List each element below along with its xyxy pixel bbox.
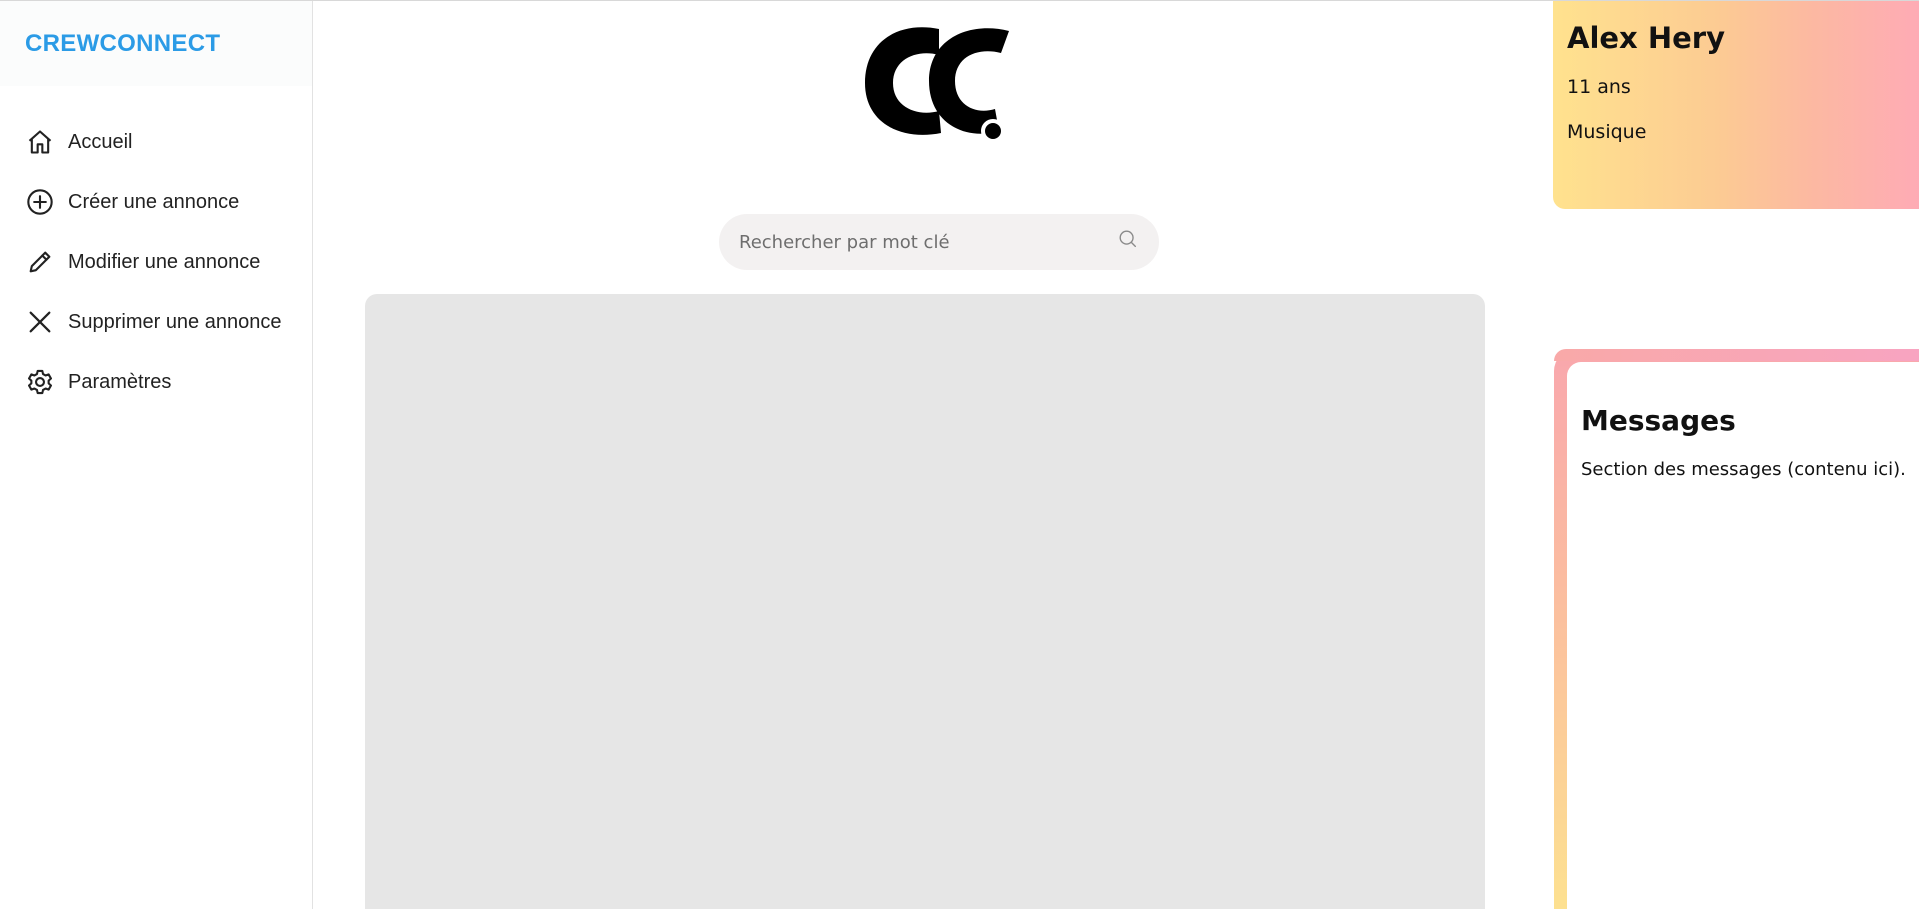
search-icon[interactable] <box>1117 228 1139 250</box>
sidebar-item-label: Paramètres <box>68 370 172 393</box>
sidebar-item-label: Modifier une annonce <box>68 250 261 273</box>
profile-name: Alex Hery <box>1567 21 1725 55</box>
gear-icon <box>26 368 54 396</box>
home-icon <box>26 128 54 156</box>
messages-description: Section des messages (contenu ici). <box>1581 459 1906 480</box>
sidebar-item-modifier-annonce[interactable]: Modifier une annonce <box>0 232 312 292</box>
cc-logo <box>859 23 1015 143</box>
sidebar-item-accueil[interactable]: Accueil <box>0 112 312 172</box>
brand-header: CREWCONNECT <box>0 1 312 86</box>
profile-interest: Musique <box>1567 121 1647 143</box>
sidebar-item-label: Créer une annonce <box>68 190 240 213</box>
messages-panel: Messages Section des messages (contenu i… <box>1554 349 1919 909</box>
search-input[interactable]: Rechercher par mot clé <box>739 232 1117 253</box>
sidebar-item-supprimer-annonce[interactable]: Supprimer une annonce <box>0 292 312 352</box>
brand-name[interactable]: CREWCONNECT <box>25 30 220 58</box>
content-panel <box>365 294 1485 909</box>
sidebar-item-parametres[interactable]: Paramètres <box>0 352 312 412</box>
sidebar-nav: Accueil Créer une annonce Modifier une a… <box>0 112 312 412</box>
sidebar: CREWCONNECT Accueil Créer une annonce Mo… <box>0 1 313 909</box>
sidebar-item-creer-annonce[interactable]: Créer une annonce <box>0 172 312 232</box>
sidebar-item-label: Supprimer une annonce <box>68 310 282 333</box>
messages-body: Messages Section des messages (contenu i… <box>1567 362 1919 909</box>
sidebar-item-label: Accueil <box>68 130 133 153</box>
messages-title: Messages <box>1581 404 1736 437</box>
plus-circle-icon <box>26 188 54 216</box>
search-bar[interactable]: Rechercher par mot clé <box>719 214 1159 270</box>
close-icon <box>26 308 54 336</box>
app-window: CREWCONNECT Accueil Créer une annonce Mo… <box>0 0 1919 909</box>
profile-age: 11 ans <box>1567 76 1631 98</box>
pencil-icon <box>26 248 54 276</box>
main-content: Rechercher par mot clé <box>314 1 1554 909</box>
profile-card: Alex Hery 11 ans Musique <box>1553 1 1919 209</box>
